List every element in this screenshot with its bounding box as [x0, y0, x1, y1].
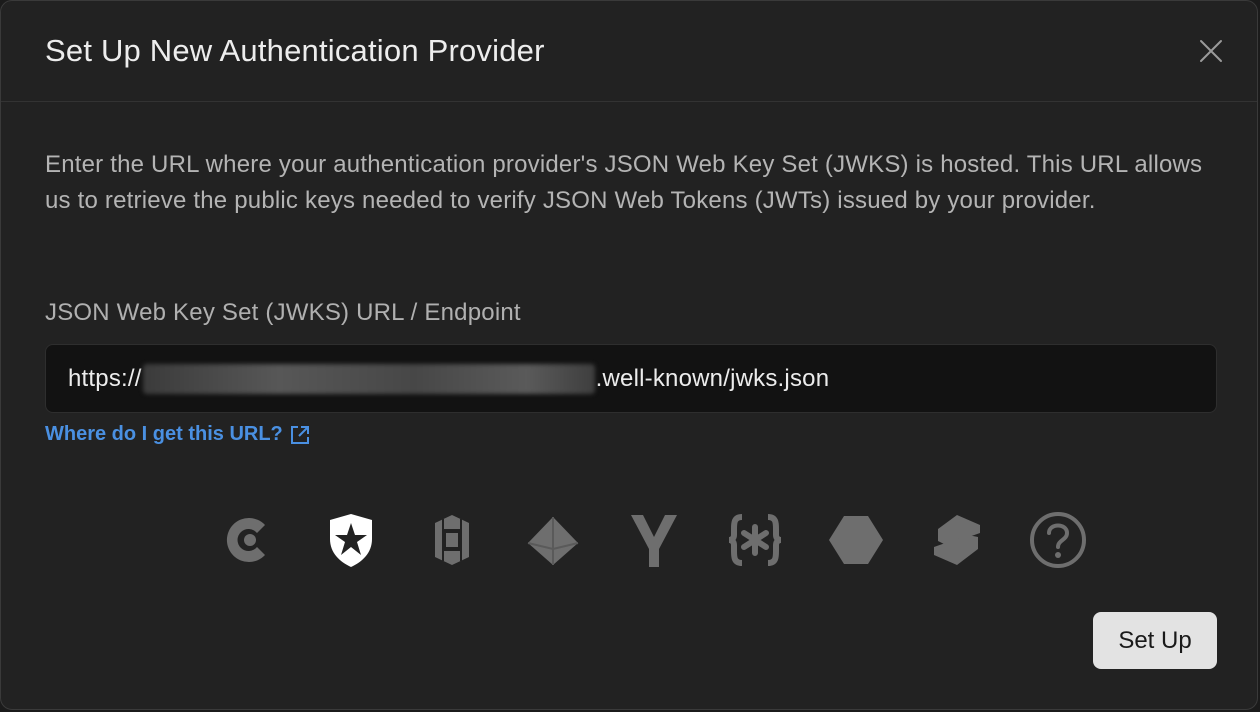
amazon-cognito-icon: [434, 515, 469, 565]
help-link-label: Where do I get this URL?: [45, 423, 283, 445]
redacted-domain: [142, 363, 595, 394]
auth-provider-dialog: Set Up New Authentication Provider Enter…: [0, 0, 1258, 710]
auth0-shield-icon: [329, 514, 372, 567]
y-provider-icon: [630, 515, 677, 567]
question-icon: [1029, 512, 1086, 568]
provider-stytch[interactable]: [704, 509, 805, 571]
help-link[interactable]: Where do I get this URL?: [45, 423, 311, 446]
dialog-title: Set Up New Authentication Provider: [45, 33, 545, 68]
dialog-description: Enter the URL where your authentication …: [45, 151, 1203, 214]
clerk-icon: [226, 518, 265, 562]
provider-clerk[interactable]: [199, 509, 300, 571]
close-icon: [1200, 40, 1222, 62]
hexagon-provider-icon: [828, 516, 883, 564]
provider-y[interactable]: [603, 509, 704, 571]
provider-firebase[interactable]: [502, 509, 603, 571]
provider-layers[interactable]: [906, 509, 1007, 571]
jwks-url-input[interactable]: https:// .well-known/jwks.json: [45, 344, 1217, 413]
setup-button[interactable]: Set Up: [1093, 612, 1217, 669]
provider-list: [199, 509, 1108, 571]
url-prefix: https://: [68, 364, 142, 392]
dialog-header: Set Up New Authentication Provider: [1, 1, 1257, 102]
url-suffix: .well-known/jwks.json: [595, 364, 830, 392]
provider-other[interactable]: [1007, 509, 1108, 571]
provider-cognito[interactable]: [401, 509, 502, 571]
provider-hexagon[interactable]: [805, 509, 906, 571]
close-button[interactable]: [1195, 35, 1227, 67]
stytch-icon: [728, 514, 781, 566]
layers-provider-icon: [933, 515, 980, 565]
provider-auth0[interactable]: [300, 509, 401, 571]
firebase-diamond-icon: [527, 517, 578, 565]
external-link-icon: [290, 425, 309, 444]
jwks-url-label: JSON Web Key Set (JWKS) URL / Endpoint: [45, 299, 521, 326]
